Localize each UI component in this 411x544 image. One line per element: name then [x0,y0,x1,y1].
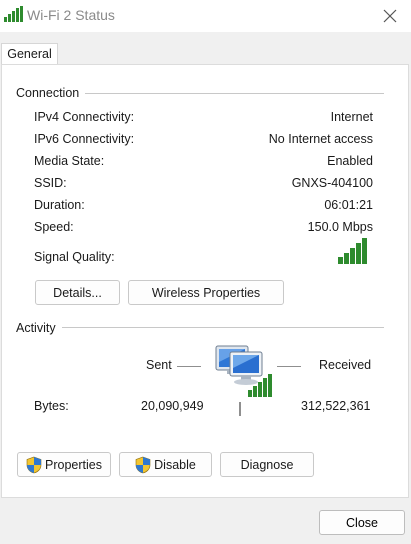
properties-button[interactable]: Properties [17,452,111,477]
ipv6-connectivity-label: IPv6 Connectivity: [34,132,135,146]
ipv6-connectivity-value: No Internet access [268,132,373,146]
properties-button-label: Properties [45,457,102,472]
shield-icon [135,456,151,473]
ssid-value: GNXS-404100 [291,176,373,190]
received-connector-line [277,366,301,367]
duration-label: Duration: [34,198,85,212]
shield-icon [26,456,42,473]
tab-general[interactable]: General [1,43,58,65]
media-state-value: Enabled [327,154,373,168]
wifi-signal-icon [4,6,23,22]
media-state-label: Media State: [34,154,105,168]
bytes-divider [239,402,241,416]
duration-value: 06:01:21 [324,198,373,212]
disable-button[interactable]: Disable [119,452,212,477]
bytes-received-value: 312,522,361 [301,399,371,413]
activity-divider [16,327,384,328]
close-icon[interactable] [380,6,400,26]
activity-group-label: Activity [16,321,62,335]
signal-quality-icon [338,238,367,264]
details-button-label: Details... [53,285,102,300]
close-button-label: Close [346,515,378,530]
close-button[interactable]: Close [319,510,405,535]
diagnose-button-label: Diagnose [240,457,294,472]
ipv4-connectivity-value: Internet [330,110,373,124]
connection-group-label: Connection [16,86,86,100]
title-bar: Wi-Fi 2 Status [0,0,411,32]
window-title: Wi-Fi 2 Status [27,7,115,23]
received-label: Received [319,358,372,372]
sent-label: Sent [146,358,172,372]
speed-value: 150.0 Mbps [307,220,373,234]
signal-quality-label: Signal Quality: [34,250,115,264]
ssid-label: SSID: [34,176,67,190]
ipv4-connectivity-label: IPv4 Connectivity: [34,110,135,124]
network-computers-icon [215,345,272,397]
bytes-sent-value: 20,090,949 [141,399,204,413]
wireless-properties-button-label: Wireless Properties [151,285,261,300]
wireless-properties-button[interactable]: Wireless Properties [128,280,284,305]
speed-label: Speed: [34,220,74,234]
sent-connector-line [177,366,201,367]
diagnose-button[interactable]: Diagnose [220,452,314,477]
bytes-label: Bytes: [34,399,69,413]
details-button[interactable]: Details... [35,280,120,305]
tab-strip: General [0,32,411,65]
disable-button-label: Disable [154,457,196,472]
